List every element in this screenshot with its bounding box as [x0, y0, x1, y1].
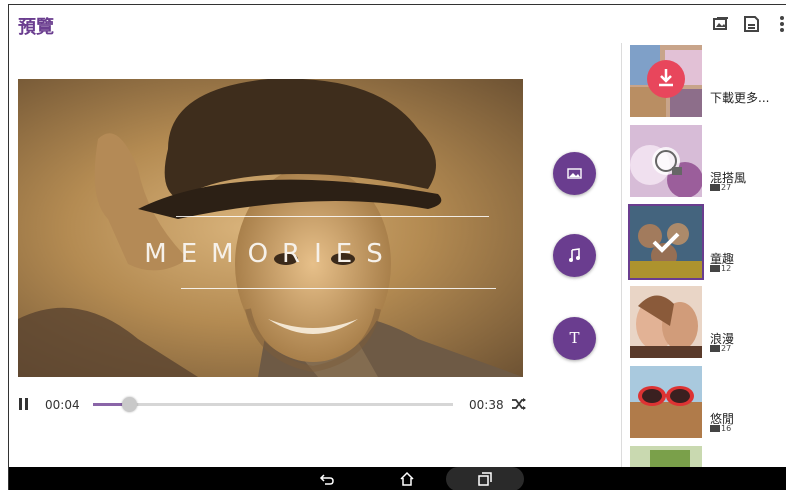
theme-count: 12 [710, 264, 731, 273]
video-preview[interactable]: MEMORIES [18, 79, 523, 377]
panel-divider [621, 43, 622, 467]
theme-count-value: 27 [721, 183, 732, 192]
seek-bar[interactable] [93, 397, 453, 412]
back-icon[interactable] [319, 471, 335, 487]
photo-count-icon [710, 345, 720, 352]
recent-apps-icon[interactable] [477, 471, 493, 487]
home-icon[interactable] [399, 471, 415, 487]
theme-item-partial[interactable] [630, 446, 786, 467]
add-image-button[interactable] [553, 152, 596, 195]
theme-item-selected[interactable]: 童趣 12 [628, 204, 786, 280]
add-text-button[interactable]: T [553, 317, 596, 360]
overlay-title: MEMORIES [144, 239, 397, 269]
download-thumbnail [630, 45, 702, 117]
add-music-button[interactable] [553, 234, 596, 277]
app-window: 預覽 MEMORIES 00:04 00:38 T 下載更多... 混搭風 27… [8, 4, 786, 490]
image-icon [567, 168, 582, 179]
theme-item[interactable]: 混搭風 27 [630, 125, 786, 197]
top-bar: 預覽 [9, 5, 786, 43]
portrait-image [18, 79, 523, 377]
page-title: 預覽 [18, 17, 54, 38]
theme-count-value: 27 [721, 344, 732, 353]
shuffle-icon[interactable] [511, 396, 527, 412]
theme-thumbnail [630, 125, 702, 197]
theme-count-value: 12 [721, 264, 732, 273]
add-photo-icon[interactable] [712, 15, 730, 33]
theme-count: 27 [710, 344, 731, 353]
download-more-label: 下載更多... [710, 91, 770, 105]
total-time: 00:38 [469, 398, 504, 412]
current-time: 00:04 [45, 398, 80, 412]
text-icon: T [569, 329, 580, 347]
seek-bar-thumb[interactable] [122, 397, 137, 412]
theme-thumbnail [630, 366, 702, 438]
save-icon[interactable] [742, 15, 760, 33]
download-more-item[interactable]: 下載更多... [630, 45, 786, 117]
theme-item[interactable]: 浪漫 27 [630, 286, 786, 358]
playback-controls: 00:04 00:38 [18, 395, 528, 415]
theme-count-value: 16 [721, 424, 732, 433]
theme-thumbnail [630, 206, 702, 278]
theme-thumbnail [630, 286, 702, 358]
photo-count-icon [710, 184, 720, 191]
photo-count-icon [710, 425, 720, 432]
theme-item[interactable]: 悠閒 16 [630, 366, 786, 438]
theme-thumbnail [630, 446, 702, 467]
title-line-bottom [181, 288, 496, 289]
title-line-top [176, 216, 489, 217]
music-icon [569, 248, 580, 262]
theme-count: 27 [710, 183, 731, 192]
theme-count: 16 [710, 424, 731, 433]
pause-button[interactable] [18, 398, 30, 410]
system-nav-bar [9, 467, 786, 490]
photo-count-icon [710, 265, 720, 272]
overflow-menu-icon[interactable] [773, 15, 786, 33]
